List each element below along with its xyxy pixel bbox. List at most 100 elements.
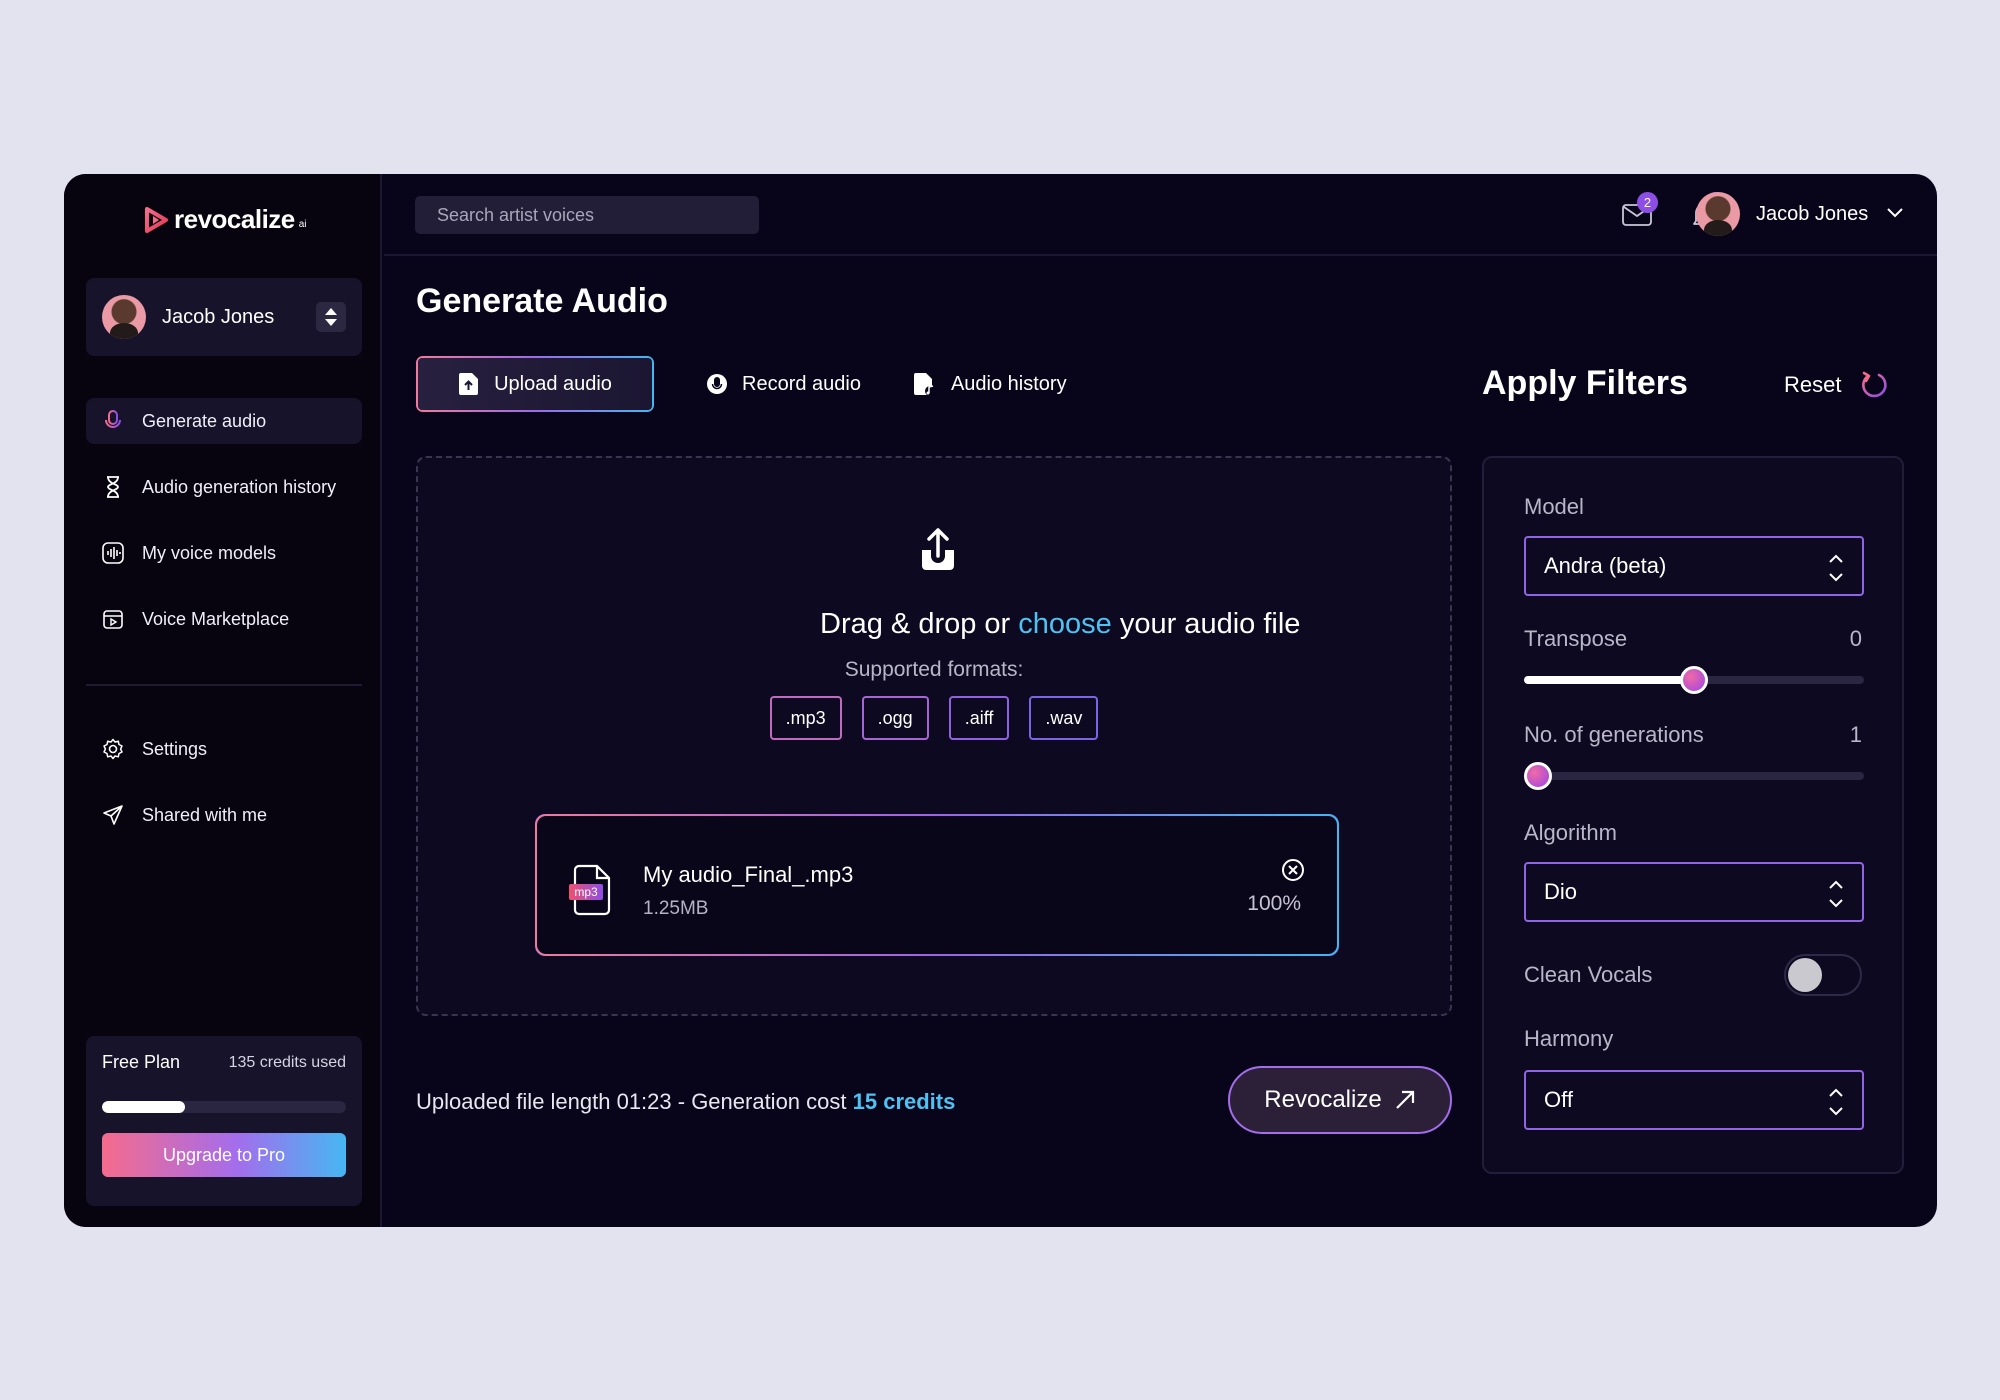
model-select[interactable]: Andra (beta) [1524,536,1864,596]
sidebar: revocalize ai Jacob Jones Generate audio [64,174,382,1227]
close-icon[interactable] [1281,858,1305,887]
mp3-file-icon: mp3 [567,864,615,921]
format-tag: .ogg [861,696,929,740]
revocalize-button[interactable]: Revocalize [1228,1066,1452,1134]
format-list: .mp3 .ogg .aiff .wav [418,696,1450,740]
formats-label: Supported formats: [844,658,1024,681]
avatar [102,295,146,339]
chevron-updown-icon [1828,1086,1844,1124]
sidebar-item-label: Settings [142,738,208,759]
page-title: Generate Audio [416,282,668,320]
sidebar-item-label: Generate audio [142,410,267,431]
model-value: Andra (beta) [1544,553,1667,578]
sidebar-item-generate-audio[interactable]: Generate audio [86,398,362,444]
sidebar-divider [86,684,362,686]
toggle-knob [1788,958,1822,992]
logo-icon [145,206,168,233]
uploaded-file-card: mp3 My audio_Final_.mp3 1.25MB 100% [535,814,1339,956]
user-name: Jacob Jones [1756,202,1869,225]
algorithm-value: Dio [1544,879,1578,904]
sidebar-item-settings[interactable]: Settings [86,726,362,772]
file-size: 1.25MB [643,898,709,919]
tab-label: Upload audio [494,372,612,395]
sidebar-item-audio-history[interactable]: Audio generation history [86,464,362,510]
sidebar-secondary-nav: Settings Shared with me [86,726,362,858]
music-file-icon [913,372,937,396]
plan-name: Free Plan [102,1052,181,1072]
chevron-down-icon [1886,205,1904,223]
upload-icon [914,526,962,579]
send-icon [102,804,124,826]
brand-name: revocalize [174,204,295,234]
avatar [1696,192,1740,236]
filters-panel: Model Andra (beta) Transpose 0 No. of ge… [1482,456,1904,1174]
sidebar-item-voice-models[interactable]: My voice models [86,530,362,576]
generations-value: 1 [1849,722,1862,747]
file-dropzone[interactable]: Drag & drop or choose your audio file Su… [416,456,1452,1016]
brand-logo[interactable]: revocalize ai [144,204,307,235]
tab-label: Audio history [950,372,1067,395]
summary-text: Uploaded file length 01:23 - Generation … [416,1089,853,1114]
mail-badge: 2 [1637,192,1658,213]
model-label: Model [1524,494,1584,519]
chevron-updown-icon [1828,878,1844,916]
waveform-icon [102,542,124,564]
transpose-slider[interactable] [1524,666,1864,694]
upgrade-button[interactable]: Upgrade to Pro [102,1133,346,1177]
mic-icon [102,410,124,432]
reset-button[interactable]: Reset [1784,370,1889,400]
choose-file-link[interactable]: choose [1018,608,1112,640]
dropzone-text: Drag & drop or [820,608,1019,640]
harmony-select[interactable]: Off [1524,1070,1864,1130]
algorithm-select[interactable]: Dio [1524,862,1864,922]
account-switcher[interactable]: Jacob Jones [86,278,362,356]
sidebar-item-label: Shared with me [142,804,268,825]
tab-audio-history[interactable]: Audio history [913,356,1067,412]
credits-progress-fill [102,1101,185,1113]
app-window: revocalize ai Jacob Jones Generate audio [64,174,1937,1227]
transpose-slider-thumb[interactable] [1680,666,1708,694]
format-tag: .aiff [948,696,1010,740]
transpose-label: Transpose [1524,626,1628,651]
format-tag: .wav [1029,696,1099,740]
source-tabs: Upload audio Record audio Audio history [416,356,1119,412]
topbar: Search artist voices 2 6 Jacob Jones [384,174,1937,256]
revocalize-label: Revocalize [1264,1086,1382,1113]
transpose-slider-fill [1524,676,1694,684]
search-input[interactable]: Search artist voices [415,196,759,234]
dropzone-text-suffix: your audio file [1111,608,1301,640]
dropzone-instructions: Drag & drop or choose your audio file [300,608,1332,641]
generation-cost: 15 credits [852,1089,956,1114]
marketplace-icon [102,608,124,630]
mail-button[interactable]: 2 [1620,192,1658,232]
microphone-icon [706,372,728,396]
sidebar-item-label: Audio generation history [142,476,337,497]
harmony-label: Harmony [1524,1026,1614,1051]
algorithm-label: Algorithm [1524,820,1617,845]
refresh-icon [1859,370,1889,400]
generations-slider[interactable] [1524,762,1864,790]
sidebar-item-label: My voice models [142,542,277,563]
sort-icon[interactable] [316,302,346,332]
generations-slider-thumb[interactable] [1524,762,1552,790]
brand-suffix: ai [298,219,307,230]
transpose-value: 0 [1849,626,1862,651]
harmony-value: Off [1544,1087,1573,1112]
credits-progress-bar [102,1101,346,1113]
format-tag: .mp3 [769,696,842,740]
plan-card: Free Plan 135 credits used Upgrade to Pr… [86,1036,362,1206]
tab-upload-audio[interactable]: Upload audio [416,356,654,412]
sidebar-item-label: Voice Marketplace [142,608,290,629]
tab-record-audio[interactable]: Record audio [706,356,861,412]
hourglass-icon [102,476,124,498]
user-menu[interactable]: Jacob Jones [1696,192,1904,236]
upload-progress: 100% [1247,892,1301,915]
arrow-up-right-icon [1394,1089,1416,1111]
file-type-badge: mp3 [574,885,598,899]
clean-vocals-label: Clean Vocals [1524,962,1653,987]
reset-label: Reset [1784,372,1842,397]
sidebar-item-shared[interactable]: Shared with me [86,792,362,838]
file-name: My audio_Final_.mp3 [643,862,854,887]
generation-summary: Uploaded file length 01:23 - Generation … [416,1089,955,1115]
clean-vocals-toggle[interactable] [1784,954,1862,996]
